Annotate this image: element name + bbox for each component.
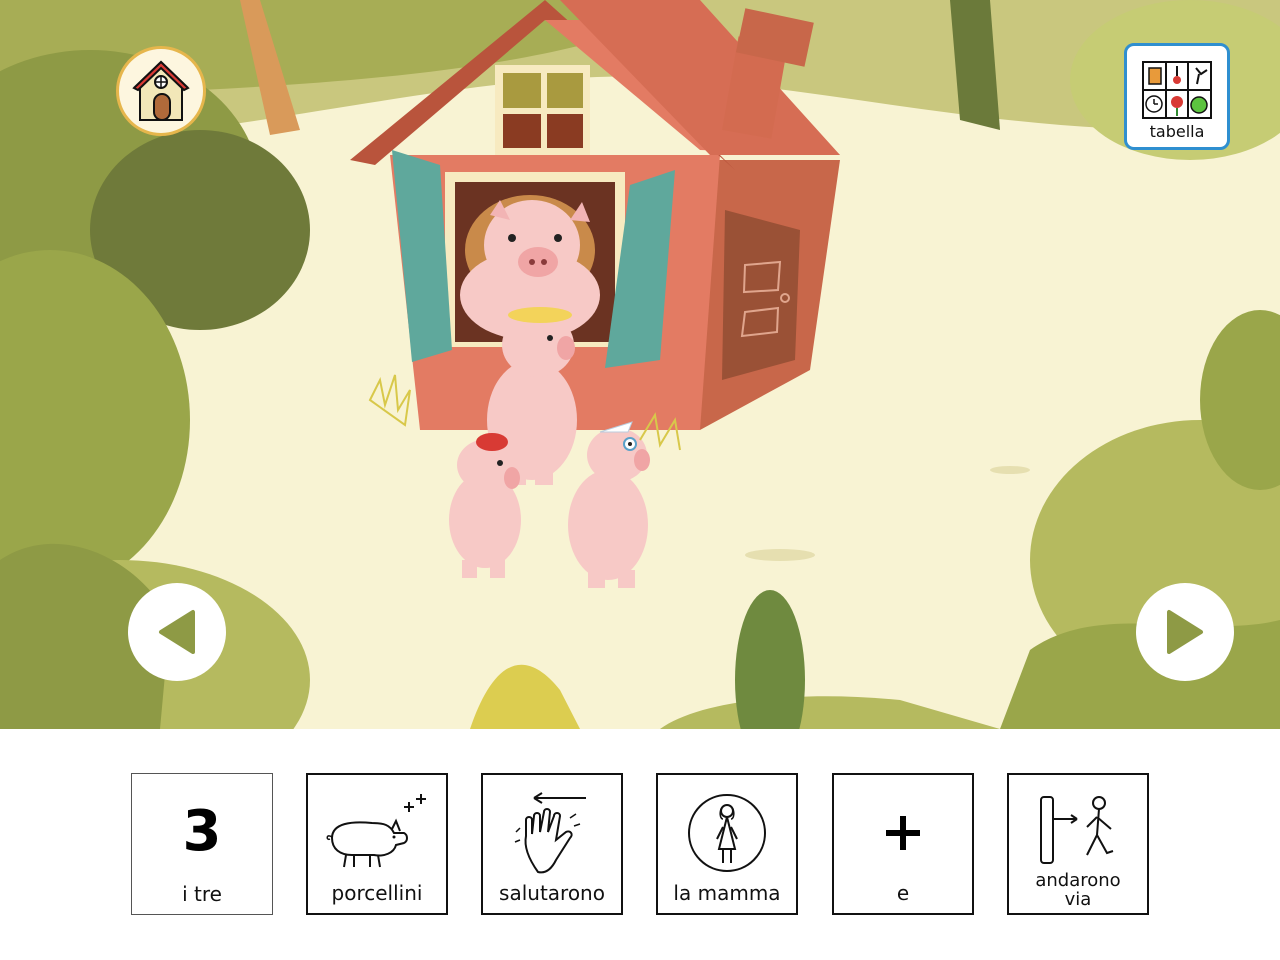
house-icon bbox=[132, 60, 190, 121]
next-page-button[interactable] bbox=[1136, 583, 1234, 681]
arrow-right-icon bbox=[1167, 610, 1203, 654]
home-button[interactable] bbox=[116, 46, 206, 136]
card-label: la mamma bbox=[673, 881, 781, 905]
previous-page-button[interactable] bbox=[128, 583, 226, 681]
card-label: salutarono bbox=[499, 881, 605, 905]
arrow-left-icon bbox=[159, 610, 195, 654]
symbol-card-porcellini[interactable]: porcellini bbox=[306, 773, 448, 915]
symbol-card-salutarono[interactable]: salutarono bbox=[481, 773, 623, 915]
number-three-symbol: 3 bbox=[132, 784, 272, 879]
walk-away-symbol bbox=[1040, 795, 1114, 864]
communication-board-icon bbox=[1142, 61, 1212, 119]
card-label: e bbox=[896, 881, 910, 905]
wave-hand-symbol bbox=[514, 791, 586, 873]
symbol-card-la-mamma[interactable]: la mamma bbox=[656, 773, 798, 915]
sentence-strip: 3 i tre porcellini salutarono la mamma e… bbox=[0, 773, 1280, 916]
symbol-card-andarono-via[interactable]: andarono via bbox=[1007, 773, 1149, 915]
card-label: i tre bbox=[182, 882, 222, 906]
pigs-symbol bbox=[326, 793, 426, 867]
card-label: andarono via bbox=[1009, 871, 1147, 909]
board-button-label: tabella bbox=[1149, 122, 1205, 141]
communication-board-button[interactable]: tabella bbox=[1124, 43, 1230, 150]
mother-symbol bbox=[688, 793, 766, 872]
symbol-card-e[interactable]: e bbox=[832, 773, 974, 915]
card-label: porcellini bbox=[331, 881, 423, 905]
plus-symbol bbox=[886, 815, 920, 850]
card-label-line1: andarono bbox=[1035, 870, 1121, 891]
number-three: 3 bbox=[182, 799, 222, 864]
symbol-card-i-tre[interactable]: 3 i tre bbox=[131, 773, 273, 915]
card-label-line2: via bbox=[1064, 889, 1092, 910]
story-scene: tabella bbox=[0, 0, 1280, 729]
